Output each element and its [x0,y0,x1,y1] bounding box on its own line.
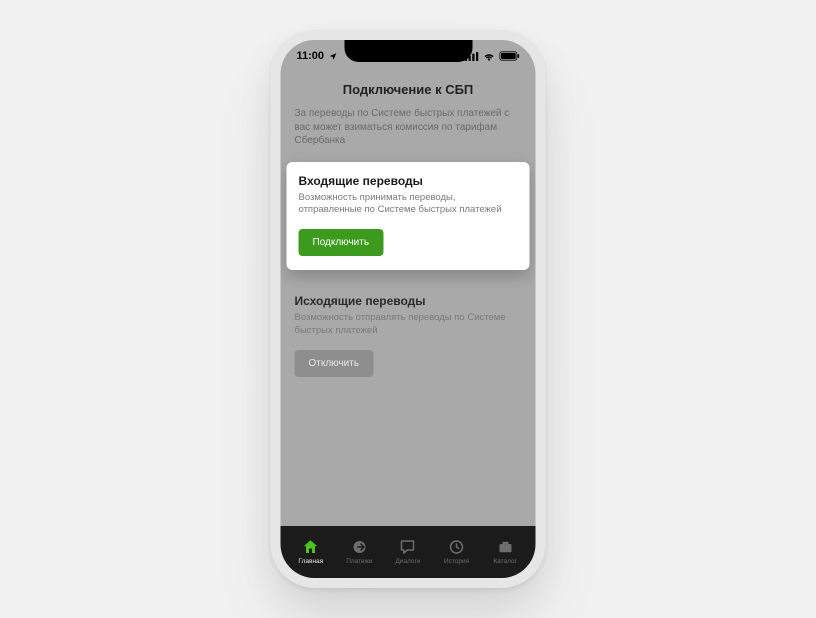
tab-dialogs[interactable]: Диалоги [384,538,433,565]
home-icon [302,538,320,556]
payments-icon [350,538,368,556]
page-title: Подключение к СБП [281,70,536,107]
page-content: Подключение к СБП За переводы по Системе… [281,70,536,526]
history-icon [448,538,466,556]
status-time: 11:00 [297,50,325,62]
chat-icon [399,538,417,556]
tab-payments[interactable]: Платежи [335,538,384,565]
incoming-card-desc: Возможность принимать переводы, отправле… [299,192,518,218]
tab-catalog-label: Каталог [493,558,517,565]
phone-screen: 11:00 [281,40,536,578]
wifi-icon [483,52,496,61]
tab-home-label: Главная [298,558,323,565]
connect-button[interactable]: Подключить [299,229,384,256]
tab-history-label: История [444,558,469,565]
battery-icon [500,51,520,61]
tab-bar: Главная Платежи Диалоги И [281,526,536,578]
tab-catalog[interactable]: Каталог [481,538,530,565]
status-right [465,51,520,61]
tab-dialogs-label: Диалоги [395,558,420,565]
page-intro: За переводы по Системе быстрых платежей … [281,107,536,162]
incoming-transfers-card: Входящие переводы Возможность принимать … [287,162,530,271]
catalog-icon [496,538,514,556]
location-arrow-icon [328,52,337,61]
outgoing-transfers-card: Исходящие переводы Возможность отправлят… [287,282,530,391]
tab-history[interactable]: История [432,538,481,565]
status-left: 11:00 [297,50,338,62]
outgoing-card-title: Исходящие переводы [295,294,522,308]
outgoing-card-desc: Возможность отправлять переводы по Систе… [295,312,522,338]
incoming-card-title: Входящие переводы [299,174,518,188]
tab-home[interactable]: Главная [287,538,336,565]
tab-payments-label: Платежи [346,558,372,565]
disconnect-button[interactable]: Отключить [295,350,374,377]
phone-frame: 11:00 [271,30,546,588]
phone-notch [344,40,472,62]
